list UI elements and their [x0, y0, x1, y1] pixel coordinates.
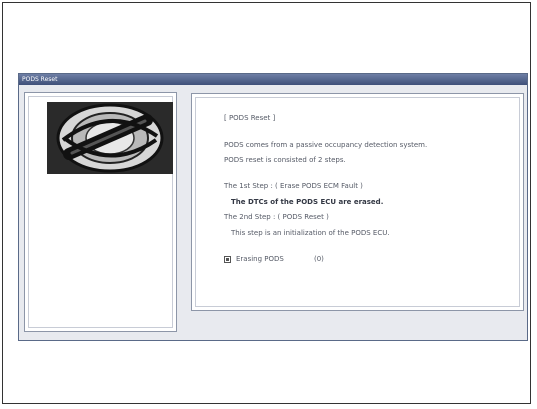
description-line-1: PODS comes from a passive occupancy dete… [224, 141, 428, 149]
seat-sensor-icon [47, 102, 173, 174]
step-2-title: The 2nd Step : ( PODS Reset ) [224, 213, 329, 221]
step-1-description: The DTCs of the PODS ECU are erased. [231, 198, 384, 206]
step-2-description: This step is an initialization of the PO… [231, 229, 390, 237]
seat-sensor-image [47, 102, 173, 174]
description-line-2: PODS reset is consisted of 2 steps. [224, 156, 346, 164]
erasing-pods-count: (0) [314, 255, 324, 263]
pods-reset-window: PODS Reset [ PODS Reset ] PODS comes fro… [18, 73, 528, 341]
erasing-pods-label: Erasing PODS [236, 255, 284, 263]
section-heading: [ PODS Reset ] [224, 114, 276, 122]
left-panel-inner [28, 96, 173, 328]
footer-area [191, 315, 524, 333]
window-title: PODS Reset [19, 74, 527, 85]
info-panel: [ PODS Reset ] PODS comes from a passive… [191, 93, 524, 311]
step-1-title: The 1st Step : ( Erase PODS ECM Fault ) [224, 182, 363, 190]
left-image-panel [24, 92, 177, 332]
checkbox-icon[interactable] [224, 256, 231, 263]
info-panel-inner: [ PODS Reset ] PODS comes from a passive… [195, 97, 520, 307]
